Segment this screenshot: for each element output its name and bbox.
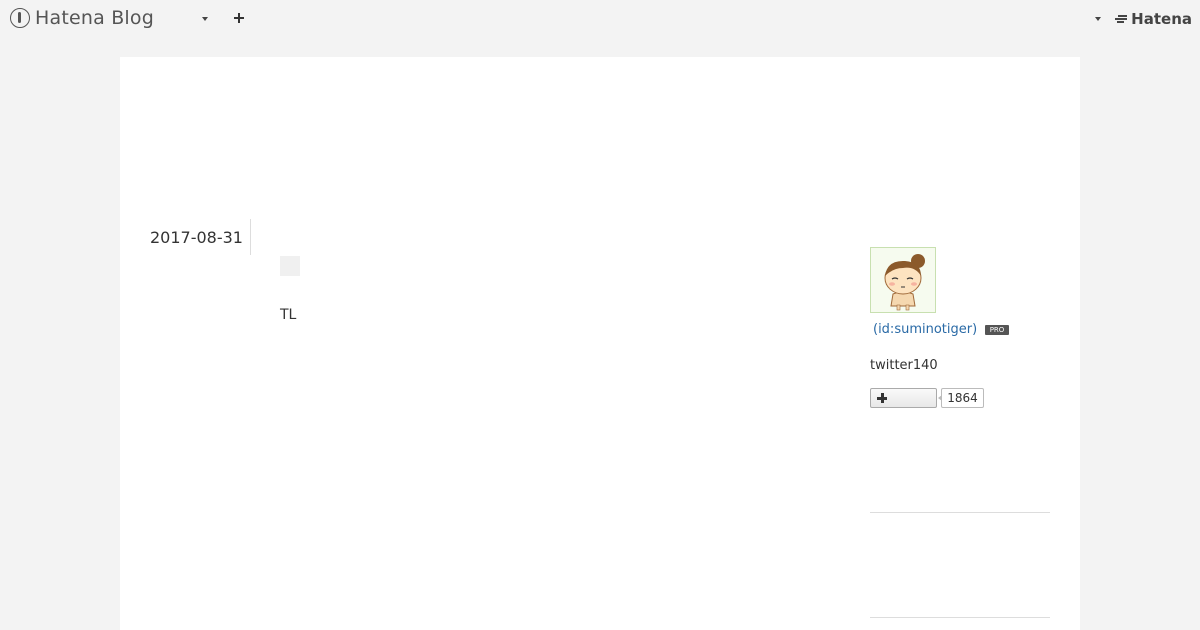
hatena-blog-logo-icon xyxy=(10,8,30,28)
logo-text: Hatena Blog xyxy=(35,7,154,29)
entry-date[interactable]: 2017-08-31 xyxy=(150,228,243,247)
pro-badge: PRO xyxy=(985,325,1009,335)
follower-count[interactable]: 1864 xyxy=(938,388,984,408)
profile-description: twitter140 xyxy=(870,358,938,373)
avatar[interactable] xyxy=(870,247,936,313)
avatar-illustration xyxy=(871,248,935,312)
blog-menu-chevron-down-icon[interactable] xyxy=(202,17,208,21)
hatena-logo-icon xyxy=(1114,14,1128,24)
hatena-brand-text: Hatena xyxy=(1131,10,1192,28)
sidebar-divider xyxy=(870,512,1050,513)
entry-thumbnail xyxy=(280,256,300,276)
user-id-link[interactable]: (id:suminotiger) xyxy=(873,322,977,337)
date-divider xyxy=(250,219,251,255)
new-post-plus-icon[interactable] xyxy=(231,10,247,26)
follow-button[interactable] xyxy=(870,388,937,408)
hatena-blog-logo[interactable]: Hatena Blog xyxy=(10,7,154,29)
blog-content-area: 2017-08-31 TL (id:suminotiger) PRO twitt… xyxy=(120,57,1080,630)
top-bar: Hatena Blog Hatena xyxy=(0,0,1200,38)
sidebar-divider xyxy=(870,617,1050,618)
entry-text: TL xyxy=(280,307,297,323)
account-menu-chevron-down-icon[interactable] xyxy=(1095,17,1101,21)
hatena-brand-link[interactable]: Hatena xyxy=(1114,10,1192,28)
